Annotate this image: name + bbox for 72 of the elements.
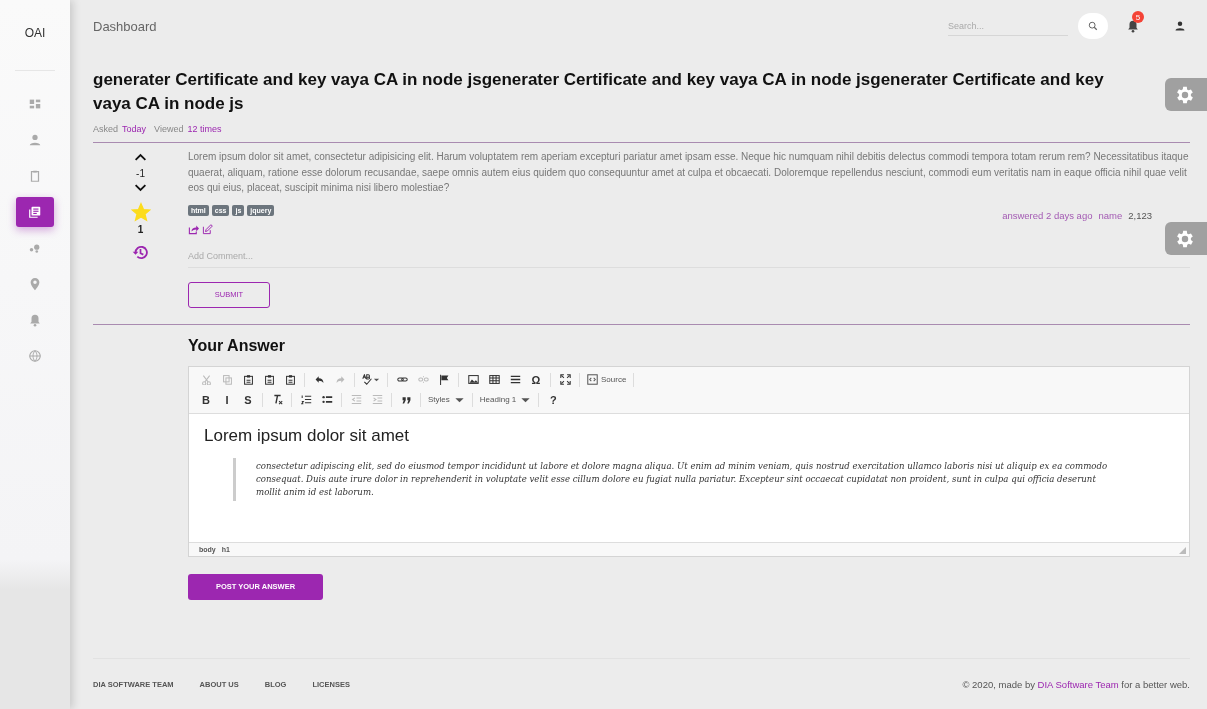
settings-button[interactable] — [1165, 78, 1207, 111]
source-button[interactable]: Source — [585, 370, 629, 389]
person-icon — [28, 133, 42, 147]
toolbar-button[interactable]: ? — [544, 390, 563, 409]
blockquote: consectetur adipiscing elit, sed do eiusmod tempor incididunt ut labore et dolore magna aliqua. Ut enim ad minim veniam, quis nostrud exercitation ullamco laboris nisi ut aliquip ex ea commodo consequat. Duis aute irure dolor in reprehenderit in voluptate velit esse cillum dolore eu fugiat nulla pariatur. Excepteur sint occaecat cupidatat non proident, sunt in culpa qui officia deserunt mollit anim id est laborum. — [233, 457, 1136, 501]
dashboard-icon — [28, 97, 42, 111]
clipboard-icon — [263, 374, 275, 385]
flag-icon — [438, 374, 450, 385]
author-link[interactable]: name — [1098, 209, 1123, 221]
numbered-list-icon — [300, 394, 312, 405]
upvote-icon[interactable] — [134, 153, 147, 162]
downvote-icon[interactable] — [134, 183, 147, 192]
quote-icon — [400, 394, 412, 405]
edit-icon[interactable] — [202, 223, 213, 235]
pin-icon — [28, 277, 42, 291]
toolbar-button[interactable]: I — [218, 390, 236, 409]
meta-label: Viewed — [154, 124, 184, 134]
team-link[interactable]: DIA Software Team — [1037, 678, 1119, 690]
search-button[interactable] — [1078, 13, 1108, 39]
caret-icon — [373, 376, 380, 383]
broken-link-icon — [417, 374, 429, 385]
indent-icon — [371, 394, 383, 405]
settings-button[interactable] — [1165, 222, 1207, 255]
clipboard-icon — [242, 374, 254, 385]
search-icon — [1088, 21, 1098, 31]
logo: OAI — [24, 26, 46, 40]
globe-icon — [28, 349, 42, 363]
answered-time: answered 2 days ago — [1002, 209, 1093, 221]
content-heading: Lorem ipsum dolor sit amet — [204, 425, 411, 446]
question-body: Lorem ipsum dolor sit amet, consectetur adipisicing elit. Harum voluptatem rem aperiam excepturi pariatur amet ipsam esse. Neque hic numquam nihil debitis delectus commodi tempora totam rerum rem? Necessitatibus itaque quaerat, aliquam, ratione esse dolorum recusandae, saepe omnis autem eius quidem quo consequuntur amet at culpa et obcaecati. Doloremque repellendus nesciunt, commodi eum veritatis nam in eaque officia nihil quae velit eos qui eius, placeat, suscipit minima nisi libero molestiae? — [188, 150, 1190, 195]
table-icon — [488, 374, 500, 385]
vote-count: -1 — [136, 168, 145, 179]
clear-format-icon — [271, 394, 283, 405]
notification-badge: 5 — [1132, 11, 1144, 23]
outdent-icon — [350, 394, 362, 405]
toolbar-dropdown[interactable]: Heading 1 — [477, 390, 534, 409]
star-icon[interactable] — [130, 202, 151, 222]
sidebar-item[interactable] — [16, 197, 54, 227]
bulleted-list-icon — [321, 394, 333, 405]
history-icon[interactable] — [132, 244, 149, 261]
copy-icon — [221, 374, 233, 385]
code-icon — [587, 374, 598, 385]
share-icon[interactable] — [188, 223, 199, 235]
expand-icon — [559, 374, 571, 385]
favorite-count: 1 — [137, 224, 144, 235]
resize-handle[interactable] — [1179, 546, 1186, 554]
question-title: generater Certificate and key vaya CA in node jsgenerater Certificate and key vaya CA in node jsgenerater Certificate and key vaya CA in node js — [93, 69, 1105, 115]
toolbar-button[interactable]: S — [239, 390, 257, 409]
link-icon — [396, 374, 408, 385]
lines-icon — [509, 374, 521, 385]
toolbar-dropdown[interactable]: Styles — [426, 390, 467, 409]
bell-icon — [28, 313, 42, 327]
bell-icon[interactable] — [1126, 19, 1140, 33]
meta-value: 12 times — [187, 124, 222, 134]
toolbar-button[interactable]: Ω — [527, 370, 545, 389]
articles-icon — [28, 205, 42, 219]
toolbar-button[interactable]: B — [197, 390, 215, 409]
meta-value: Today — [122, 124, 147, 134]
image-icon — [467, 374, 479, 385]
cut-icon — [200, 374, 212, 385]
undo-icon — [313, 374, 325, 385]
clipboard-icon — [284, 374, 296, 385]
page-title: Dashboard — [93, 18, 158, 34]
user-icon[interactable] — [1174, 20, 1186, 32]
redo-icon — [334, 374, 346, 385]
copyright-text: © 2020, made by DIA Software Team for a better web. — [962, 678, 1190, 690]
spellcheck-icon — [362, 374, 373, 385]
search-field[interactable]: Search... — [948, 16, 1068, 36]
reputation: 2,123 — [1128, 209, 1152, 221]
section-heading: Your Answer — [188, 336, 286, 355]
meta-label: Asked — [93, 124, 118, 134]
clipboard-icon — [28, 169, 42, 183]
